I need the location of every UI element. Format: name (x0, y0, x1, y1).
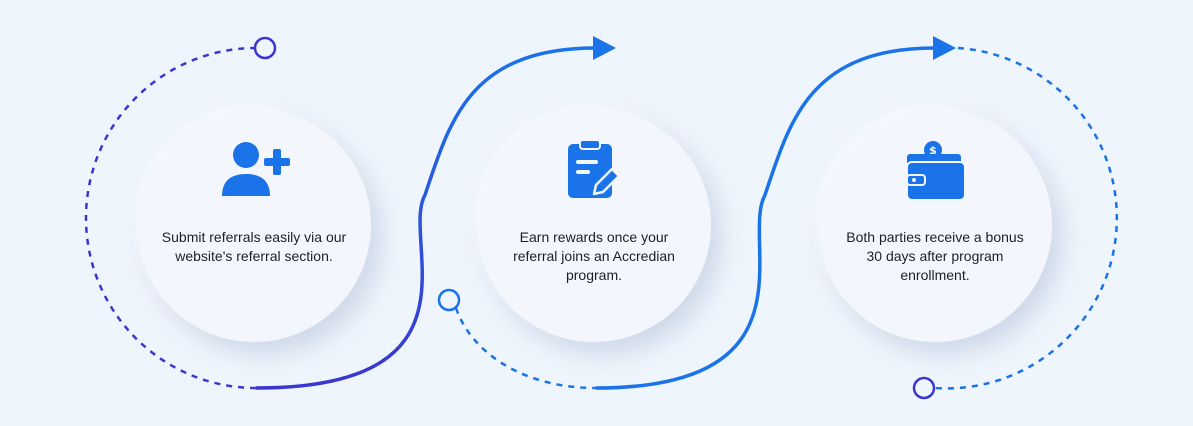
add-user-icon (214, 138, 294, 202)
step-card-1: Submit referrals easily via our website'… (137, 108, 371, 342)
middle-node-circle (437, 288, 461, 312)
step-card-3: $ Both parties receive a bonus 30 days a… (818, 108, 1052, 342)
step-card-2: Earn rewards once your referral joins an… (477, 108, 711, 342)
end-node-circle (912, 376, 936, 400)
start-node-circle (253, 36, 277, 60)
wallet-icon: $ (895, 138, 975, 202)
arrow-head-2 (933, 36, 956, 60)
step-3-text: Both parties receive a bonus 30 days aft… (846, 229, 1024, 283)
step-2-text: Earn rewards once your referral joins an… (513, 229, 675, 283)
step-1-text: Submit referrals easily via our website'… (161, 229, 347, 264)
referral-steps-diagram: Submit referrals easily via our website'… (0, 0, 1193, 426)
arrow-head-1 (593, 36, 616, 60)
clipboard-edit-icon (554, 138, 634, 202)
